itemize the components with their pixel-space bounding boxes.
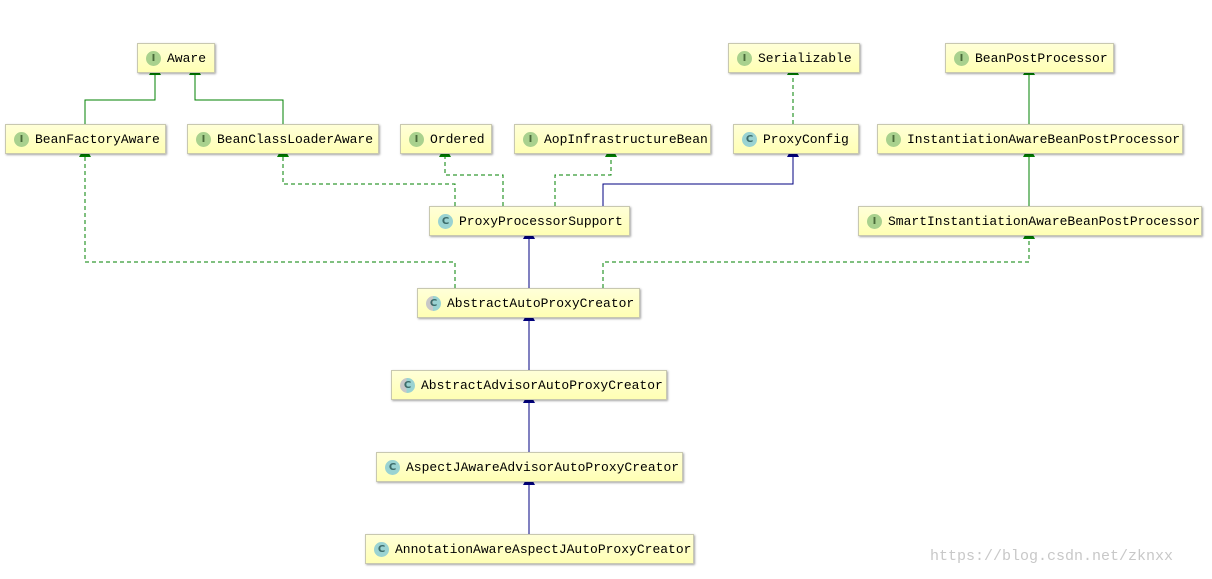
node-label: AopInfrastructureBean: [544, 131, 708, 147]
interface-icon: I: [409, 131, 424, 147]
watermark: https://blog.csdn.net/zknxx: [930, 548, 1174, 565]
node-label: AspectJAwareAdvisorAutoProxyCreator: [406, 459, 680, 475]
class-diagram: I Aware I BeanFactoryAware I BeanClassLoaderA…: [0, 0, 1212, 579]
interface-icon: I: [867, 213, 882, 229]
class-icon: C: [374, 541, 389, 557]
node-label: ProxyConfig: [763, 131, 849, 147]
node-label: BeanClassLoaderAware: [217, 131, 374, 147]
node-proxy-config[interactable]: C ProxyConfig: [733, 124, 859, 154]
node-abstract-advisor-auto-proxy-creator[interactable]: C AbstractAdvisorAutoProxyCreator: [391, 370, 667, 400]
node-bean-factory-aware[interactable]: I BeanFactoryAware: [5, 124, 166, 154]
interface-icon: I: [737, 50, 752, 66]
node-label: BeanPostProcessor: [975, 50, 1108, 66]
edge-beanclassloaderaware-aware: [189, 64, 284, 124]
node-label: SmartInstantiationAwareBeanPostProcessor: [888, 213, 1201, 229]
edge-aapc-siabpp: [602, 228, 1035, 288]
node-label: Aware: [167, 50, 207, 66]
class-icon: C: [438, 213, 453, 229]
node-bean-class-loader-aware[interactable]: I BeanClassLoaderAware: [187, 124, 379, 154]
abstract-class-icon: C: [426, 295, 441, 311]
edge-pps-ordered: [439, 146, 504, 206]
interface-icon: I: [954, 50, 969, 66]
node-label: AbstractAdvisorAutoProxyCreator: [421, 377, 663, 393]
node-serializable[interactable]: I Serializable: [728, 43, 860, 73]
node-label: AnnotationAwareAspectJAutoProxyCreator: [395, 541, 692, 557]
node-label: Ordered: [430, 131, 485, 147]
class-icon: C: [742, 131, 757, 147]
interface-icon: I: [196, 131, 211, 147]
node-label: ProxyProcessorSupport: [459, 213, 623, 229]
node-annotation-aware-aspect-jauto-proxy-creator[interactable]: C AnnotationAwareAspectJAutoProxyCreator: [365, 534, 694, 564]
node-label: AbstractAutoProxyCreator: [447, 295, 635, 311]
abstract-class-icon: C: [400, 377, 415, 393]
node-abstract-auto-proxy-creator[interactable]: C AbstractAutoProxyCreator: [417, 288, 640, 318]
edge-pps-proxyconfig: [602, 146, 799, 206]
edge-aapc-beanfactoryaware: [79, 146, 456, 288]
node-label: BeanFactoryAware: [35, 131, 160, 147]
node-ordered[interactable]: I Ordered: [400, 124, 492, 154]
interface-icon: I: [523, 131, 538, 147]
node-label: InstantiationAwareBeanPostProcessor: [907, 131, 1181, 147]
node-bean-post-processor[interactable]: I BeanPostProcessor: [945, 43, 1114, 73]
node-smart-instantiation-aware-bean-post-processor[interactable]: I SmartInstantiationAwareBeanPostProcesso…: [858, 206, 1202, 236]
node-aspect-jaware-advisor-auto-proxy-creator[interactable]: C AspectJAwareAdvisorAutoProxyCreator: [376, 452, 683, 482]
edge-beanfactoryaware-aware: [84, 64, 161, 124]
interface-icon: I: [886, 131, 901, 147]
interface-icon: I: [14, 131, 29, 147]
edge-pps-beanclassloaderaware: [277, 146, 456, 206]
node-label: Serializable: [758, 50, 852, 66]
class-icon: C: [385, 459, 400, 475]
interface-icon: I: [146, 50, 161, 66]
node-aware[interactable]: I Aware: [137, 43, 215, 73]
node-proxy-processor-support[interactable]: C ProxyProcessorSupport: [429, 206, 630, 236]
node-aop-infrastructure-bean[interactable]: I AopInfrastructureBean: [514, 124, 711, 154]
node-instantiation-aware-bean-post-processor[interactable]: I InstantiationAwareBeanPostProcessor: [877, 124, 1183, 154]
